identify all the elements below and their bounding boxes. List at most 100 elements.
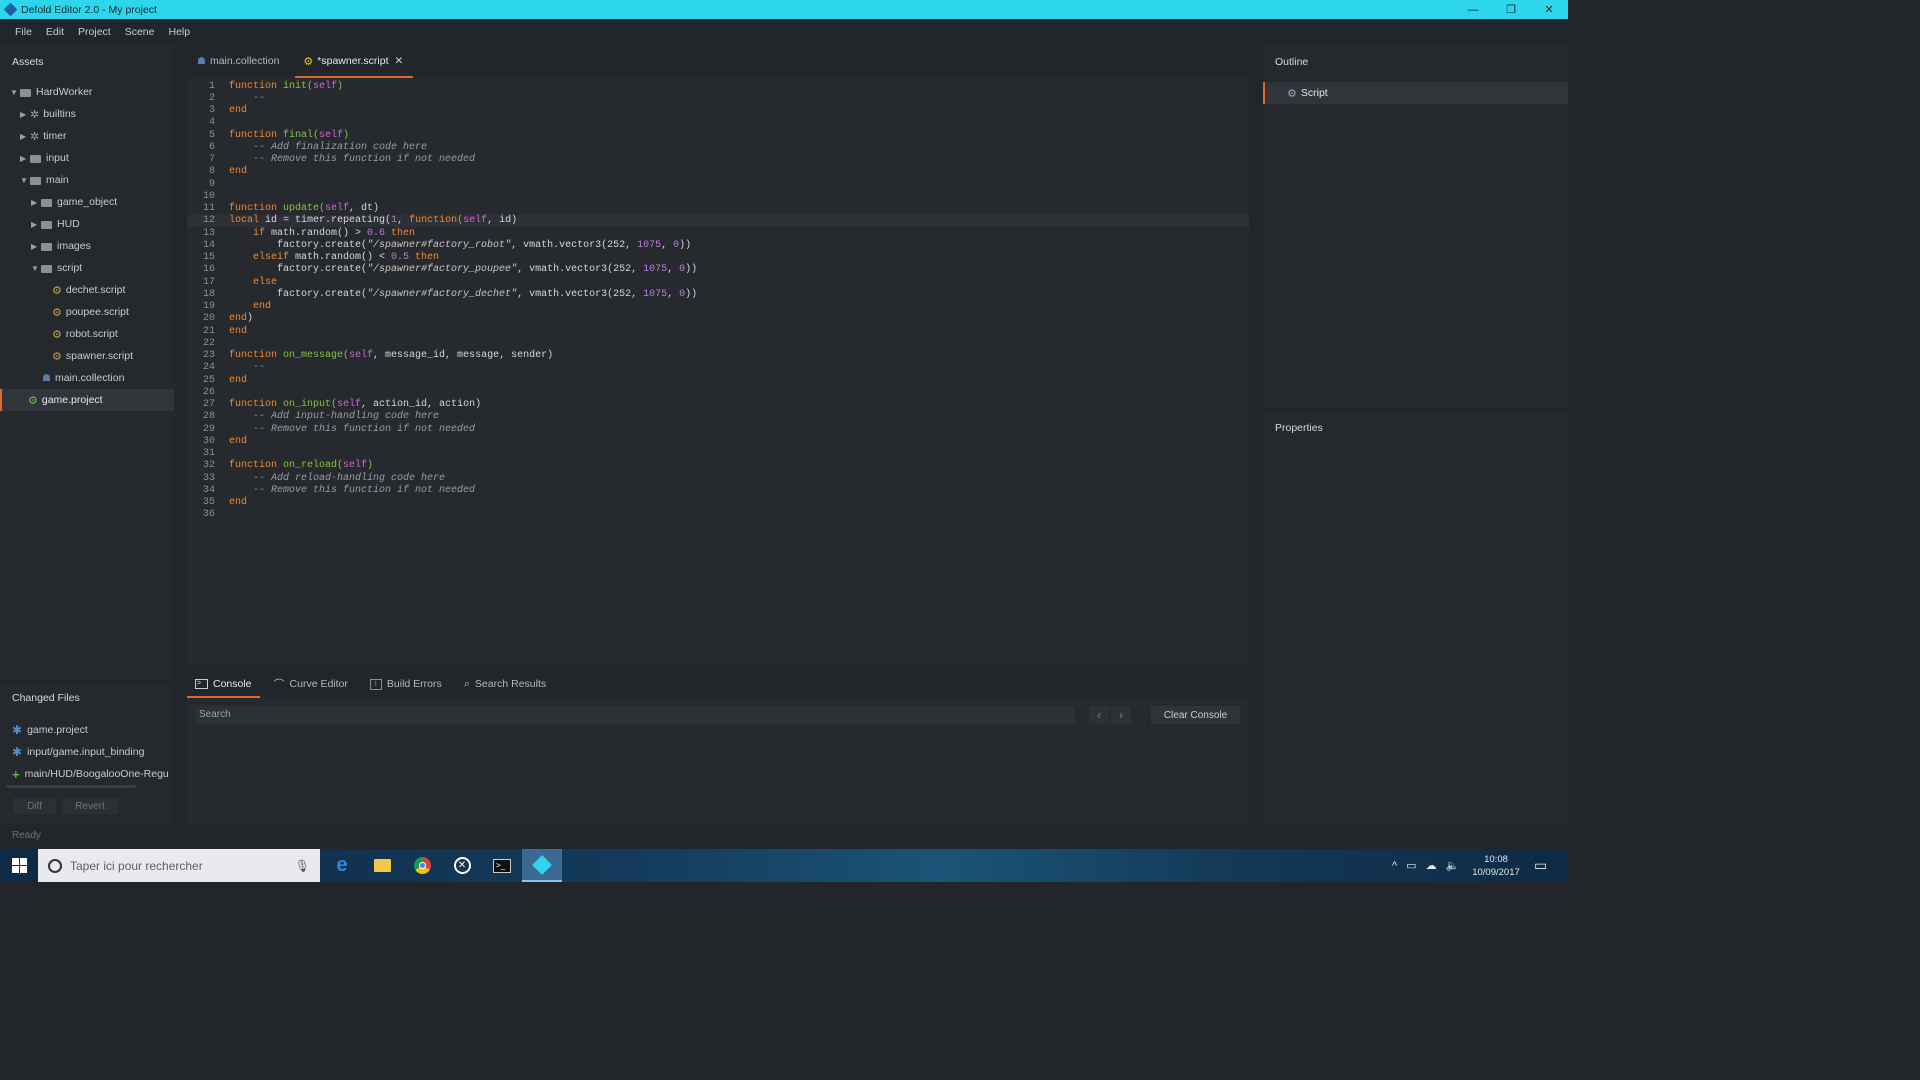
horizontal-scrollbar[interactable] xyxy=(6,785,136,788)
file-explorer-icon[interactable] xyxy=(362,849,402,882)
collapsed-arrow-icon[interactable]: ▶ xyxy=(20,132,30,141)
tab-build-errors[interactable]: ! Build Errors xyxy=(362,670,450,698)
code-line[interactable]: 30 end xyxy=(187,435,1249,447)
code-line[interactable]: 19 end xyxy=(187,301,1249,313)
changed-file-item[interactable]: + main/HUD/BoogalooOne-Regu xyxy=(12,763,172,785)
maximize-button[interactable]: ❐ xyxy=(1492,0,1530,19)
code-line[interactable]: 12 local id = timer.repeating(1, function… xyxy=(187,214,1249,227)
diff-button[interactable]: Diff xyxy=(13,798,56,814)
code-line[interactable]: 15 elseif math.random() < 0.5 then xyxy=(187,252,1249,264)
collapsed-arrow-icon[interactable]: ▶ xyxy=(20,154,30,163)
clock[interactable]: 10:08 10/09/2017 xyxy=(1472,849,1520,882)
terminal-icon[interactable]: >_ xyxy=(482,849,522,882)
code-line[interactable]: 7 -- Remove this function if not needed xyxy=(187,154,1249,166)
expanded-arrow-icon[interactable]: ▼ xyxy=(10,88,20,97)
prev-icon[interactable]: ‹ xyxy=(1089,706,1109,724)
asset-item[interactable]: ⚙ spawner.script xyxy=(52,345,133,367)
asset-item[interactable]: ⚙ dechet.script xyxy=(52,279,125,301)
tab-search-results[interactable]: ⌕ Search Results xyxy=(456,670,554,698)
code-line[interactable]: 4 xyxy=(187,117,1249,129)
code-line[interactable]: 28 -- Add input-handling code here xyxy=(187,411,1249,423)
tab-console[interactable]: > Console xyxy=(187,670,260,698)
code-line[interactable]: 27 function on_input(self, action_id, act… xyxy=(187,399,1249,411)
xbox-icon[interactable]: ✕ xyxy=(442,849,482,882)
code-line[interactable]: 14 factory.create("/spawner#factory_robo… xyxy=(187,239,1249,251)
next-icon[interactable]: › xyxy=(1111,706,1131,724)
code-line[interactable]: 23 function on_message(self, message_id, … xyxy=(187,350,1249,362)
menu-scene[interactable]: Scene xyxy=(125,26,155,38)
code-line[interactable]: 34 -- Remove this function if not needed xyxy=(187,484,1249,496)
show-hidden-icons-icon[interactable]: ^ xyxy=(1392,860,1397,872)
taskbar-search-input[interactable]: Taper ici pour rechercher 🎙 xyxy=(38,849,320,882)
asset-item[interactable]: ⚙ robot.script xyxy=(52,323,118,345)
microphone-icon[interactable]: 🎙 xyxy=(295,859,310,873)
action-center-icon[interactable]: ▭ xyxy=(1534,849,1547,882)
expanded-arrow-icon[interactable]: ▼ xyxy=(31,264,41,273)
collapsed-arrow-icon[interactable]: ▶ xyxy=(31,220,41,229)
asset-item[interactable]: ▼ HardWorker xyxy=(10,81,92,103)
volume-icon[interactable]: 🔈 xyxy=(1446,859,1460,872)
menu-help[interactable]: Help xyxy=(168,26,190,38)
code-line[interactable]: 32 function on_reload(self) xyxy=(187,460,1249,472)
asset-item[interactable]: ▼ script xyxy=(31,257,82,279)
revert-button[interactable]: Revert xyxy=(62,798,118,814)
code-line[interactable]: 35 end xyxy=(187,497,1249,509)
tab-main-collection[interactable]: ☗ main.collection xyxy=(187,44,289,78)
code-line[interactable]: 17 else xyxy=(187,276,1249,288)
code-line[interactable]: 1 function init(self) xyxy=(187,80,1249,92)
code-line[interactable]: 5 function final(self) xyxy=(187,129,1249,141)
code-line[interactable]: 33 -- Add reload-handling code here xyxy=(187,472,1249,484)
outline-item-script[interactable]: ⚙ Script xyxy=(1263,82,1568,104)
collapsed-arrow-icon[interactable]: ▶ xyxy=(31,242,41,251)
code-line[interactable]: 24 -- xyxy=(187,362,1249,374)
asset-item[interactable]: ☗ main.collection xyxy=(42,367,124,389)
menu-file[interactable]: File xyxy=(15,26,32,38)
clear-console-button[interactable]: Clear Console xyxy=(1151,706,1240,724)
menu-project[interactable]: Project xyxy=(78,26,111,38)
code-line[interactable]: 18 factory.create("/spawner#factory_dech… xyxy=(187,288,1249,300)
asset-item[interactable]: ▶ ✲ builtins xyxy=(20,103,76,125)
edge-icon[interactable]: e xyxy=(322,849,362,882)
network-icon[interactable]: ▭ xyxy=(1406,859,1416,872)
code-line[interactable]: 2 -- xyxy=(187,92,1249,104)
tab-close-icon[interactable]: ✕ xyxy=(395,55,404,67)
onedrive-icon[interactable]: ☁ xyxy=(1426,859,1437,872)
collapsed-arrow-icon[interactable]: ▶ xyxy=(20,110,30,119)
console-search-input[interactable]: Search xyxy=(195,706,1075,724)
code-line[interactable]: 26 xyxy=(187,386,1249,398)
asset-item[interactable]: ⚙ game.project xyxy=(0,389,174,411)
changed-file-item[interactable]: ✱ input/game.input_binding xyxy=(12,741,144,763)
code-line[interactable]: 3 end xyxy=(187,105,1249,117)
defold-taskbar-icon[interactable] xyxy=(522,849,562,882)
code-line[interactable]: 25 end xyxy=(187,374,1249,386)
code-line[interactable]: 29 -- Remove this function if not needed xyxy=(187,423,1249,435)
code-line[interactable]: 9 xyxy=(187,178,1249,190)
tab-spawner-script[interactable]: ⚙ *spawner.script ✕ xyxy=(293,44,414,78)
code-line[interactable]: 22 xyxy=(187,337,1249,349)
console-output[interactable]: Search ‹ › Clear Console xyxy=(187,698,1249,824)
asset-item[interactable]: ▶ input xyxy=(20,147,69,169)
code-line[interactable]: 10 xyxy=(187,190,1249,202)
windows-start-icon[interactable] xyxy=(0,849,38,882)
code-line[interactable]: 6 -- Add finalization code here xyxy=(187,141,1249,153)
code-line[interactable]: 36 xyxy=(187,509,1249,521)
asset-item[interactable]: ▶ images xyxy=(31,235,91,257)
code-line[interactable]: 21 end xyxy=(187,325,1249,337)
code-line[interactable]: 20 end) xyxy=(187,313,1249,325)
code-line[interactable]: 31 xyxy=(187,448,1249,460)
code-line[interactable]: 11 function update(self, dt) xyxy=(187,203,1249,215)
asset-item[interactable]: ▶ game_object xyxy=(31,191,117,213)
code-line[interactable]: 8 end xyxy=(187,166,1249,178)
changed-file-item[interactable]: ✱ game.project xyxy=(12,719,88,741)
code-line[interactable]: 16 factory.create("/spawner#factory_poup… xyxy=(187,264,1249,276)
tab-curve-editor[interactable]: ⌒ Curve Editor xyxy=(266,670,356,698)
collapsed-arrow-icon[interactable]: ▶ xyxy=(31,198,41,207)
asset-item[interactable]: ▶ HUD xyxy=(31,213,80,235)
close-button[interactable]: ✕ xyxy=(1530,0,1568,19)
asset-item[interactable]: ▼ main xyxy=(20,169,69,191)
menu-edit[interactable]: Edit xyxy=(46,26,64,38)
minimize-button[interactable]: — xyxy=(1454,0,1492,19)
expanded-arrow-icon[interactable]: ▼ xyxy=(20,176,30,185)
code-line[interactable]: 13 if math.random() > 0.6 then xyxy=(187,227,1249,239)
asset-item[interactable]: ▶ ✲ timer xyxy=(20,125,67,147)
